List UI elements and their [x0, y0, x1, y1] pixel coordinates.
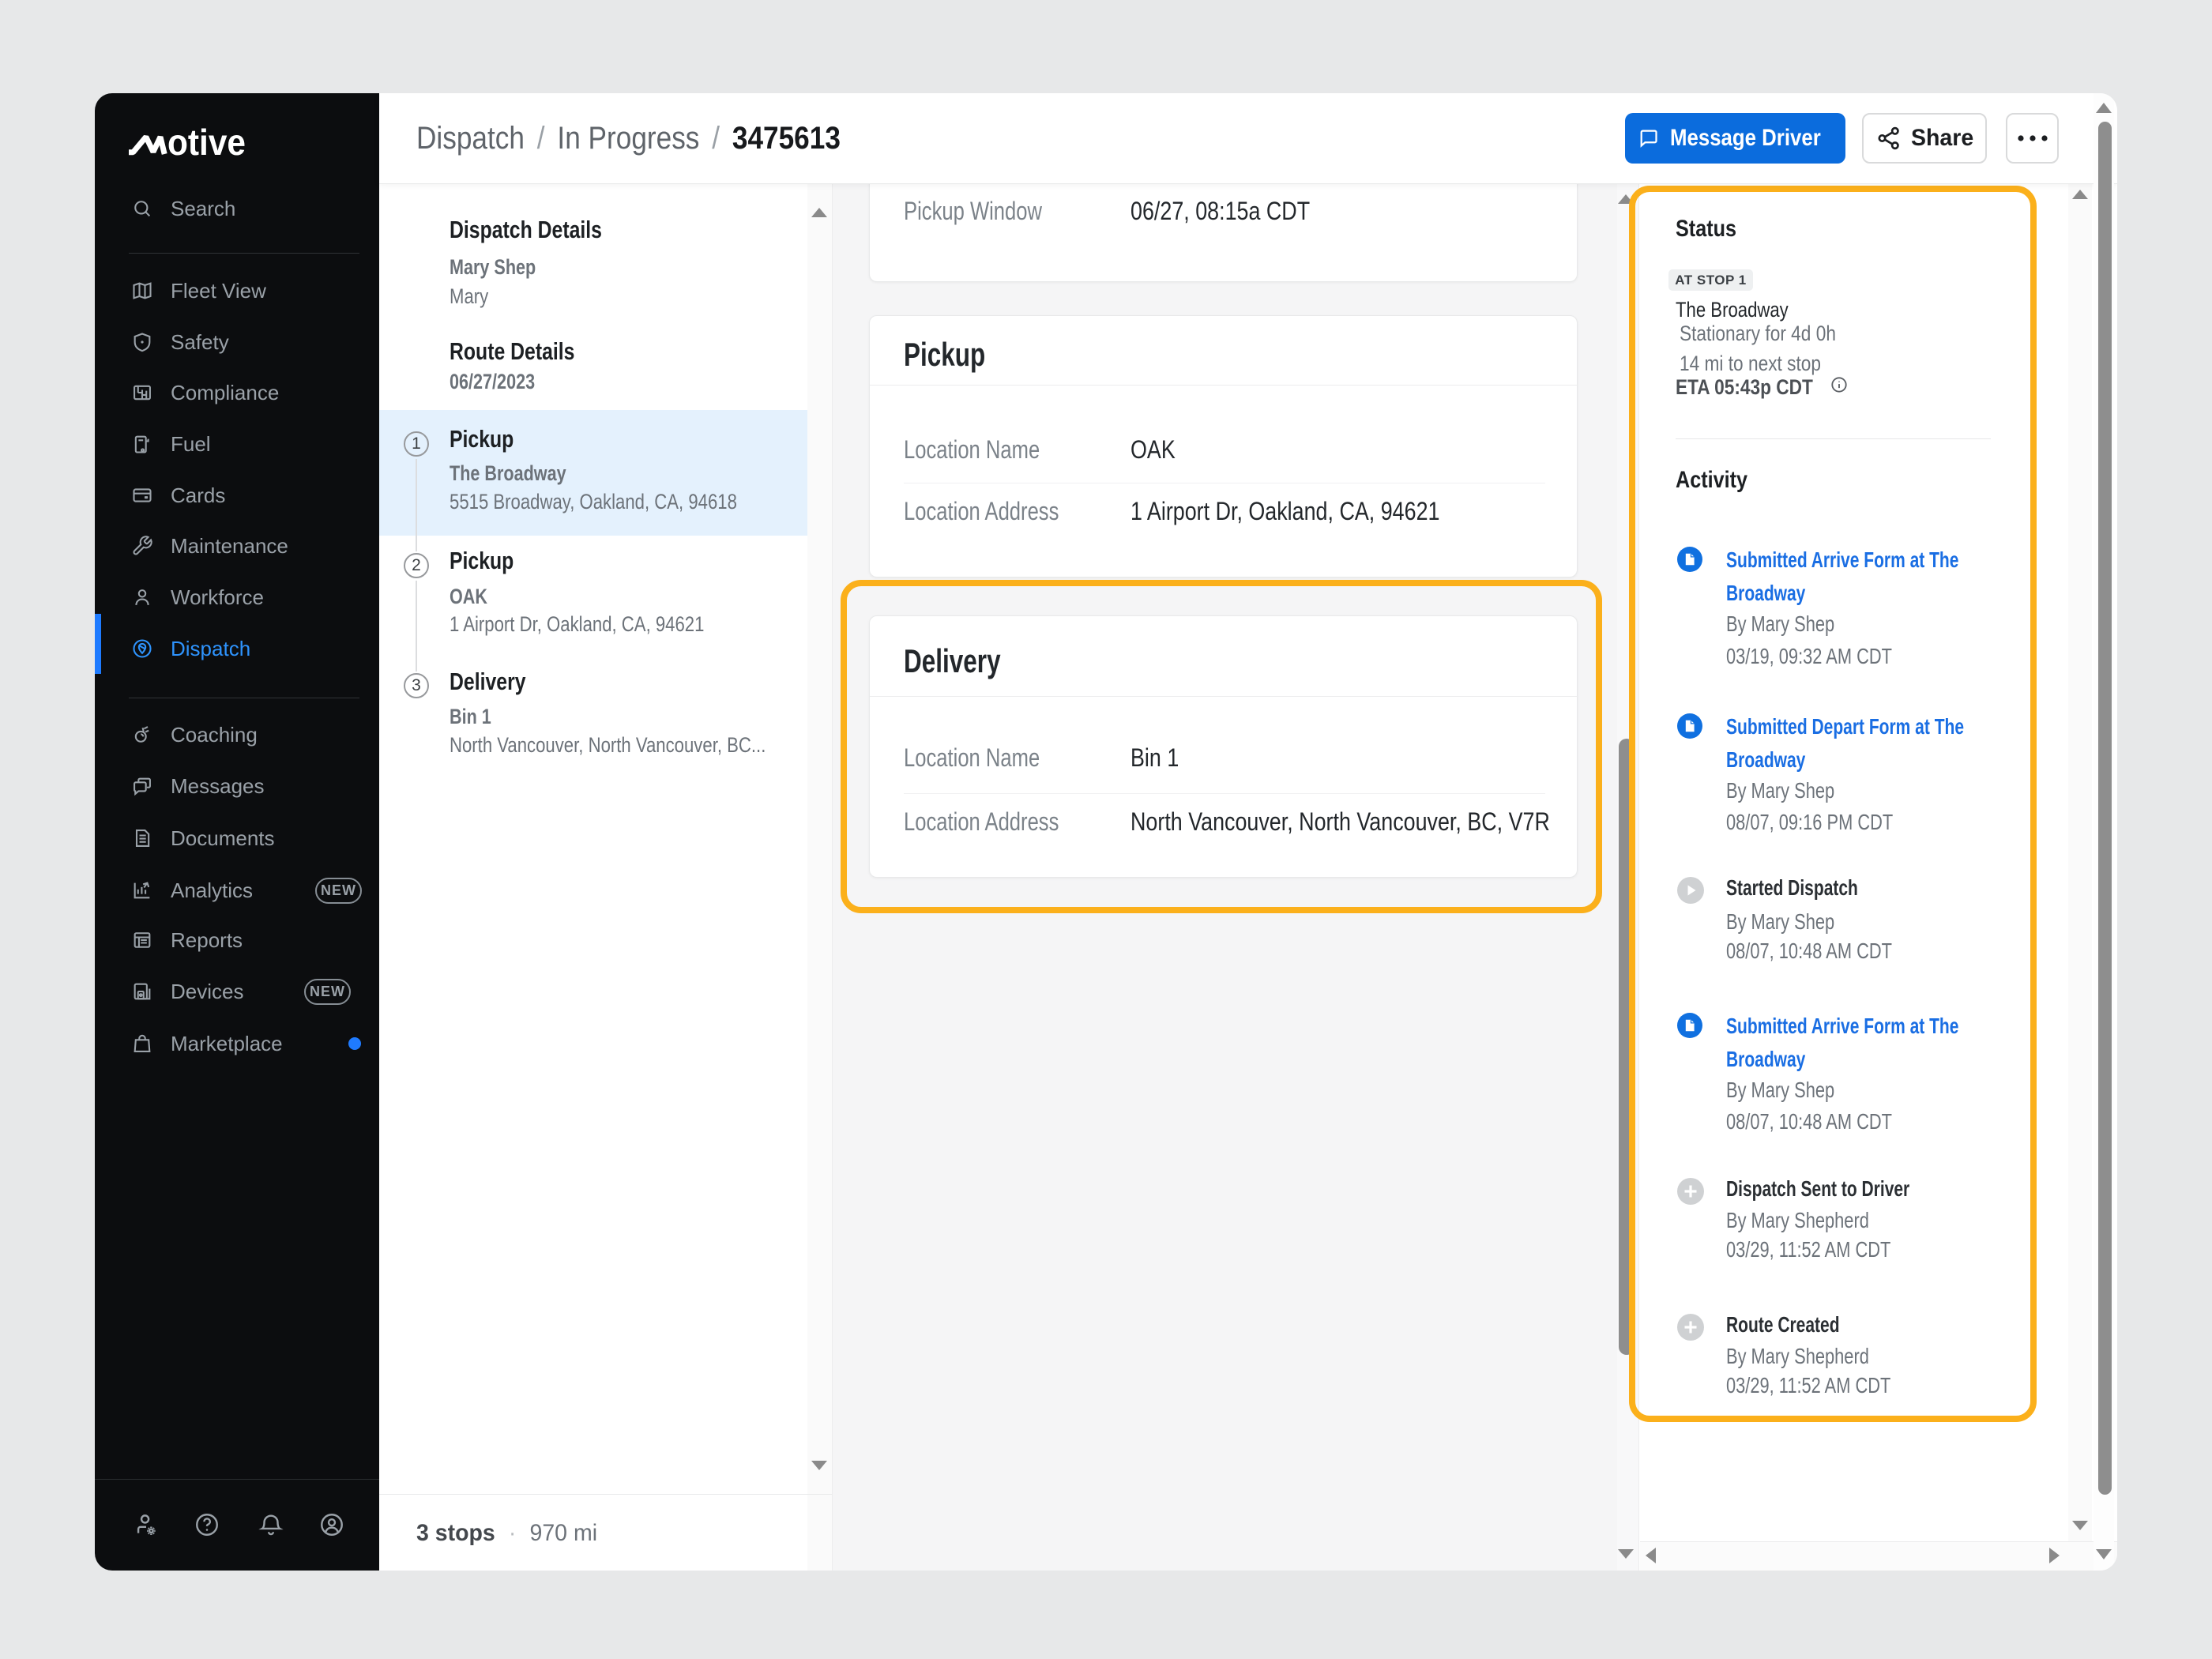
svg-text:otive: otive: [167, 122, 246, 161]
